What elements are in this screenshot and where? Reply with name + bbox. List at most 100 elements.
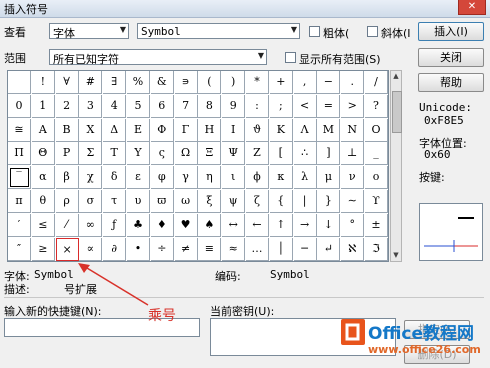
symbol-cell[interactable]: − [317, 71, 341, 94]
symbol-cell[interactable]: ζ [246, 190, 269, 213]
symbol-cell[interactable]: ≅ [8, 118, 31, 142]
symbol-cell[interactable]: ↑ [269, 213, 293, 237]
symbol-cell[interactable]: Β [55, 118, 79, 142]
symbol-cell[interactable]: κ [269, 166, 293, 190]
symbol-cell[interactable]: 9 [222, 94, 246, 118]
symbol-cell[interactable]: _ [365, 142, 388, 166]
symbol-cell[interactable]: ς [150, 142, 174, 166]
symbol-cell[interactable]: ± [365, 213, 388, 237]
symbol-cell[interactable]: ↓ [317, 213, 341, 237]
symbol-cell[interactable]: ° [341, 213, 365, 237]
symbol-cell[interactable]: γ [174, 166, 198, 190]
symbol-cell[interactable]: = [317, 94, 341, 118]
symbol-cell[interactable]: → [293, 213, 317, 237]
symbol-cell[interactable]: ρ [55, 190, 79, 213]
symbol-cell[interactable]: ο [365, 166, 388, 190]
symbol-cell[interactable]: ≈ [222, 237, 246, 261]
grid-scrollbar[interactable]: ▲ ▼ [390, 70, 402, 262]
italic-checkbox[interactable] [367, 26, 378, 37]
symbol-cell[interactable]: β [55, 166, 79, 190]
insert-button[interactable]: 插入(I) [418, 22, 484, 41]
symbol-cell[interactable]: ψ [222, 190, 246, 213]
symbol-cell[interactable]: & [150, 71, 174, 94]
window-close-button[interactable]: ✕ [458, 0, 486, 15]
symbol-cell[interactable]: 1 [31, 94, 55, 118]
symbol-cell[interactable]: Φ [150, 118, 174, 142]
symbol-cell[interactable]: π [8, 190, 31, 213]
symbol-cell[interactable]: ϒ [365, 190, 388, 213]
symbol-cell[interactable]: Υ [127, 142, 150, 166]
symbol-cell[interactable]: ℑ [365, 237, 388, 261]
symbol-cell[interactable]: υ [127, 190, 150, 213]
symbol-cell[interactable]: : [246, 94, 269, 118]
scroll-up-icon[interactable]: ▲ [391, 71, 401, 82]
symbol-cell[interactable]: ≠ [174, 237, 198, 261]
symbol-cell[interactable]: ] [317, 142, 341, 166]
symbol-cell[interactable]: ♥ [174, 213, 198, 237]
symbol-cell[interactable]: 4 [103, 94, 127, 118]
symbol-cell[interactable]: % [127, 71, 150, 94]
symbol-cell[interactable]: ϕ [246, 166, 269, 190]
close-button[interactable]: 关闭 [418, 48, 484, 67]
symbol-cell[interactable]: Ρ [55, 142, 79, 166]
symbol-cell[interactable]: 8 [198, 94, 222, 118]
symbol-cell[interactable]: > [341, 94, 365, 118]
symbol-cell[interactable]: Ζ [246, 142, 269, 166]
symbol-cell[interactable]: ″ [8, 237, 31, 261]
symbol-cell[interactable]: | [293, 190, 317, 213]
symbol-cell[interactable]: ι [222, 166, 246, 190]
symbol-cell[interactable]: Ε [127, 118, 150, 142]
symbol-cell[interactable]: * [246, 71, 269, 94]
show-all-checkbox[interactable] [285, 52, 296, 63]
symbol-cell[interactable]: Λ [293, 118, 317, 142]
symbol-cell[interactable]: η [198, 166, 222, 190]
symbol-cell[interactable]: ⁄ [55, 213, 79, 237]
symbol-cell[interactable]: ϖ [150, 190, 174, 213]
symbol-cell[interactable]: ∼ [341, 190, 365, 213]
scroll-thumb[interactable] [392, 91, 402, 133]
font-name-select[interactable]: Symbol ▼ [137, 23, 300, 39]
symbol-cell[interactable]: ─ [293, 237, 317, 261]
symbol-cell[interactable]: ν [341, 166, 365, 190]
symbol-cell[interactable]: ∀ [55, 71, 79, 94]
symbol-cell[interactable]: ♠ [198, 213, 222, 237]
symbol-cell[interactable]: ≥ [31, 237, 55, 261]
symbol-cell[interactable]: ∃ [103, 71, 127, 94]
symbol-cell[interactable]: Ι [222, 118, 246, 142]
symbol-cell[interactable]: [ [269, 142, 293, 166]
symbol-cell[interactable]: Μ [317, 118, 341, 142]
symbol-cell[interactable]: ! [31, 71, 55, 94]
symbol-cell[interactable]: φ [150, 166, 174, 190]
symbol-cell[interactable]: # [79, 71, 103, 94]
symbol-cell[interactable]: < [293, 94, 317, 118]
symbol-cell[interactable]: 0 [8, 94, 31, 118]
symbol-cell[interactable]: { [269, 190, 293, 213]
symbol-cell[interactable]: ← [246, 213, 269, 237]
symbol-cell[interactable]: ε [127, 166, 150, 190]
symbol-cell[interactable]: ♦ [150, 213, 174, 237]
symbol-cell[interactable]: χ [79, 166, 103, 190]
symbol-cell[interactable]: ≡ [198, 237, 222, 261]
symbol-cell[interactable] [8, 71, 31, 94]
symbol-cell[interactable]: + [269, 71, 293, 94]
range-select[interactable]: 所有已知字符 ▼ [49, 49, 267, 66]
symbol-cell[interactable]: ≤ [31, 213, 55, 237]
symbol-cell[interactable]: … [246, 237, 269, 261]
symbol-cell[interactable]: Ω [174, 142, 198, 166]
symbol-cell[interactable]: ‾ [8, 166, 31, 190]
symbol-cell[interactable]: ∞ [79, 213, 103, 237]
symbol-cell[interactable]: ′ [8, 213, 31, 237]
symbol-cell[interactable]: 7 [174, 94, 198, 118]
symbol-cell[interactable]: 2 [55, 94, 79, 118]
symbol-cell[interactable]: ⊥ [341, 142, 365, 166]
font-type-select[interactable]: 字体 ▼ [49, 23, 129, 40]
symbol-cell[interactable]: ξ [198, 190, 222, 213]
symbol-cell[interactable]: ∍ [174, 71, 198, 94]
symbol-cell[interactable]: α [31, 166, 55, 190]
symbol-cell[interactable]: Ψ [222, 142, 246, 166]
symbol-cell[interactable]: ( [198, 71, 222, 94]
symbol-cell[interactable]: Σ [79, 142, 103, 166]
symbol-cell[interactable]: . [341, 71, 365, 94]
symbol-cell[interactable]: ? [365, 94, 388, 118]
symbol-cell[interactable]: Ο [365, 118, 388, 142]
